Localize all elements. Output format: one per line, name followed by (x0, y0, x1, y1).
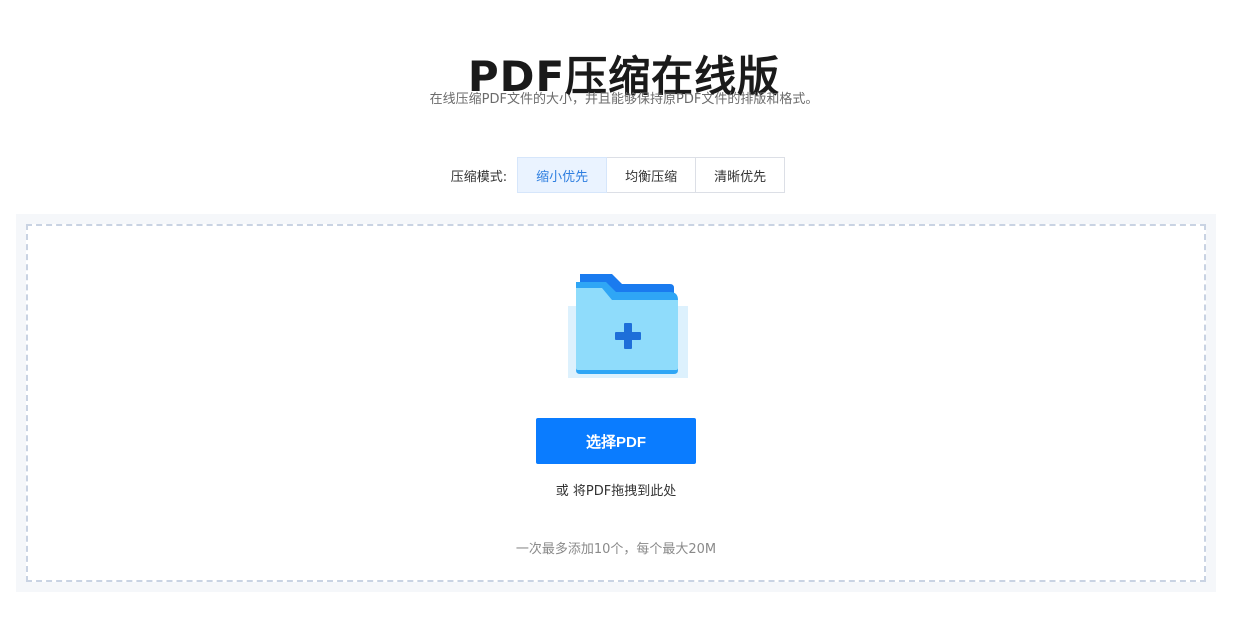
drag-hint: 或 将PDF拖拽到此处 (555, 484, 677, 499)
mode-option-clarity-first[interactable]: 清晰优先 (696, 157, 786, 193)
upload-dropzone[interactable]: 选择PDF 或 将PDF拖拽到此处 一次最多添加10个，每个最大20M (26, 224, 1206, 582)
limit-hint: 一次最多添加10个，每个最大20M (515, 542, 717, 557)
mode-option-smaller-first[interactable]: 缩小优先 (517, 157, 608, 193)
upload-panel: 选择PDF 或 将PDF拖拽到此处 一次最多添加10个，每个最大20M (16, 214, 1216, 592)
compression-mode-row: 压缩模式: 缩小优先 均衡压缩 清晰优先 (0, 157, 1248, 193)
compression-mode-label: 压缩模式: (450, 169, 508, 185)
mode-option-balanced[interactable]: 均衡压缩 (607, 157, 697, 193)
select-pdf-button[interactable]: 选择PDF (536, 418, 696, 464)
compression-mode-group: 缩小优先 均衡压缩 清晰优先 (517, 157, 786, 193)
folder-plus-icon[interactable] (566, 270, 690, 378)
page-subtitle: 在线压缩PDF文件的大小，并且能够保持原PDF文件的排版和格式。 (429, 92, 819, 107)
